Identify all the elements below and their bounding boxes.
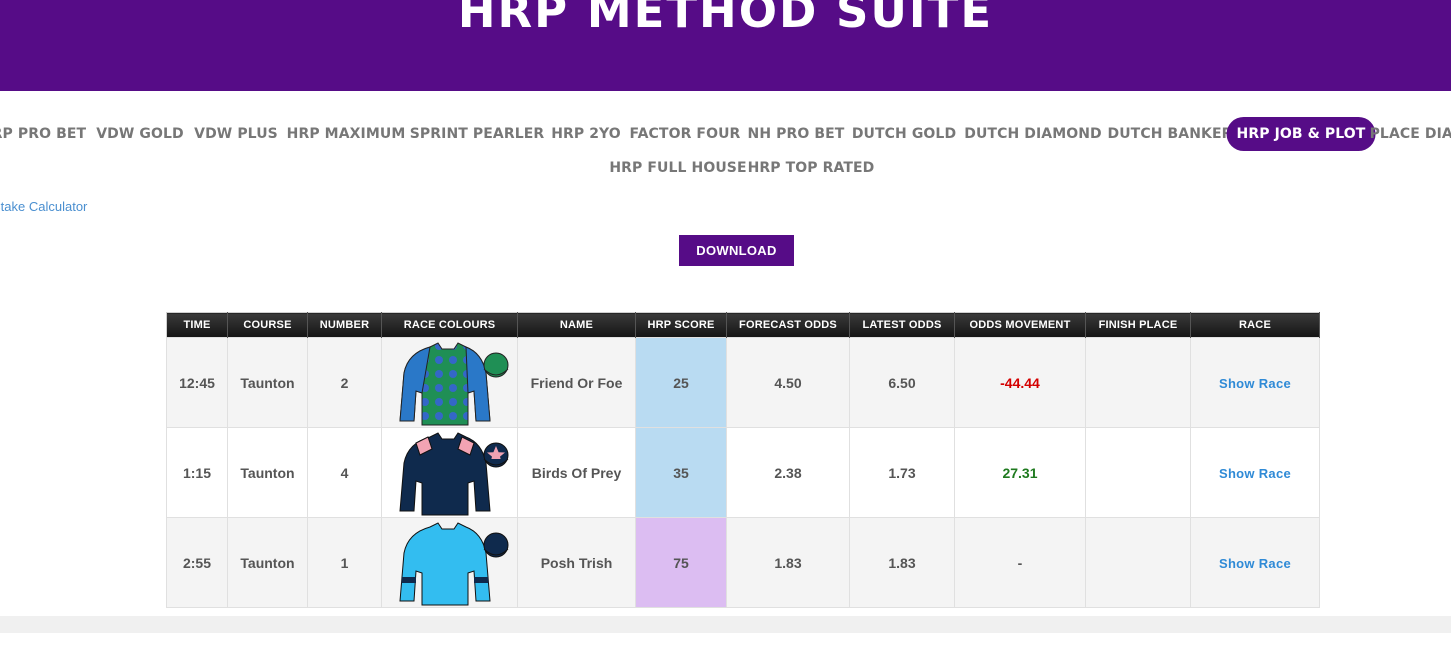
- finish-place: [1085, 517, 1191, 608]
- column-header-latest-odds: LATEST ODDS: [849, 312, 955, 338]
- nav-item-factor-four[interactable]: FACTOR FOUR: [630, 118, 741, 150]
- odds-movement-value: -: [1017, 554, 1023, 571]
- latest-odds: 6.50: [849, 337, 955, 428]
- race-time: 12:45: [166, 337, 228, 428]
- race-colours-cell: [381, 517, 518, 608]
- runner-name: Friend Or Foe: [517, 337, 636, 428]
- column-header-odds-movement: ODDS MOVEMENT: [954, 312, 1086, 338]
- header-banner: HRP METHOD SUITE: [0, 0, 1451, 91]
- show-race-link[interactable]: Show Race: [1219, 556, 1291, 571]
- finish-place: [1085, 337, 1191, 428]
- nav-item-dutch-banker[interactable]: DUTCH BANKER: [1107, 118, 1232, 150]
- odds-movement: -: [954, 517, 1086, 608]
- forecast-odds: 1.83: [726, 517, 850, 608]
- nav-item-sprint-pearler[interactable]: SPRINT PEARLER: [410, 118, 545, 150]
- race-course: Taunton: [227, 517, 308, 608]
- forecast-odds: 4.50: [726, 337, 850, 428]
- nav-item-hrp-2yo[interactable]: HRP 2YO: [551, 118, 621, 150]
- runner-name: Birds Of Prey: [517, 427, 636, 518]
- odds-movement-value: -44.44: [1000, 374, 1040, 391]
- race-course: Taunton: [227, 337, 308, 428]
- show-race-link[interactable]: Show Race: [1219, 466, 1291, 481]
- page-title: HRP METHOD SUITE: [457, 0, 994, 38]
- latest-odds: 1.83: [849, 517, 955, 608]
- race-selections-table: TIME COURSE NUMBER RACE COLOURS NAME HRP…: [166, 312, 1320, 608]
- column-header-time: TIME: [166, 312, 228, 338]
- table-header-row: TIME COURSE NUMBER RACE COLOURS NAME HRP…: [166, 312, 1320, 338]
- odds-movement: 27.31: [954, 427, 1086, 518]
- race-cell: Show Race: [1190, 517, 1320, 608]
- race-time: 2:55: [166, 517, 228, 608]
- nav-item-hrp-top-rated[interactable]: HRP TOP RATED: [748, 152, 875, 184]
- nav-item-dutch-diamond[interactable]: DUTCH DIAMOND: [964, 118, 1102, 150]
- table-row: 2:55 Taunton 1 Posh Trish 75 1.83 1.83 -…: [166, 517, 1320, 608]
- odds-movement: -44.44: [954, 337, 1086, 428]
- column-header-race-colours: RACE COLOURS: [381, 312, 518, 338]
- runner-number: 4: [307, 427, 382, 518]
- nav-item-vdw-plus[interactable]: VDW PLUS: [194, 118, 278, 150]
- latest-odds: 1.73: [849, 427, 955, 518]
- race-colours-cell: [381, 337, 518, 428]
- nav-item-vdw-gold[interactable]: VDW GOLD: [96, 118, 184, 150]
- odds-movement-value: 27.31: [1002, 464, 1038, 481]
- forecast-odds: 2.38: [726, 427, 850, 518]
- race-time: 1:15: [166, 427, 228, 518]
- nav-item-hrp-maximum[interactable]: HRP MAXIMUM: [287, 118, 406, 150]
- nav-item-place-diamond[interactable]: PLACE DIAMOND: [1370, 118, 1451, 150]
- nav-item-hrp-full-house[interactable]: HRP FULL HOUSE: [609, 152, 746, 184]
- show-race-link[interactable]: Show Race: [1219, 376, 1291, 391]
- column-header-name: NAME: [517, 312, 636, 338]
- table-row: 12:45 Taunton 2 Friend Or Foe 25 4.50 6.…: [166, 337, 1320, 428]
- table-row: 1:15 Taunton 4 Birds Of Prey 35 2.38 1.7…: [166, 427, 1320, 518]
- light-blue-jacket-navy-armbands-silks-icon: [398, 521, 508, 605]
- column-header-number: NUMBER: [307, 312, 382, 338]
- column-header-course: COURSE: [227, 312, 308, 338]
- nav-item-dutch-gold[interactable]: DUTCH GOLD: [852, 118, 956, 150]
- runner-number: 1: [307, 517, 382, 608]
- hrp-score: 75: [635, 517, 727, 608]
- nav-item-hrp-pro-bet[interactable]: HRP PRO BET: [0, 118, 86, 150]
- column-header-forecast-odds: FORECAST ODDS: [726, 312, 850, 338]
- download-button[interactable]: DOWNLOAD: [679, 235, 794, 266]
- hrp-score: 25: [635, 337, 727, 428]
- navy-jacket-pink-epaulets-silks-icon: [398, 431, 508, 515]
- nav-item-nh-pro-bet[interactable]: NH PRO BET: [748, 118, 845, 150]
- runner-number: 2: [307, 337, 382, 428]
- race-cell: Show Race: [1190, 427, 1320, 518]
- race-colours-cell: [381, 427, 518, 518]
- hrp-score: 35: [635, 427, 727, 518]
- race-cell: Show Race: [1190, 337, 1320, 428]
- finish-place: [1085, 427, 1191, 518]
- column-header-finish-place: FINISH PLACE: [1085, 312, 1191, 338]
- nav-item-hrp-job-and-plot[interactable]: HRP JOB & PLOT: [1226, 117, 1376, 151]
- stake-calculator-link[interactable]: Stake Calculator: [0, 199, 87, 214]
- green-jacket-blue-spots-silks-icon: [398, 341, 508, 425]
- footer-divider: [0, 616, 1451, 633]
- runner-name: Posh Trish: [517, 517, 636, 608]
- column-header-race: RACE: [1190, 312, 1320, 338]
- race-course: Taunton: [227, 427, 308, 518]
- column-header-hrp-score: HRP SCORE: [635, 312, 727, 338]
